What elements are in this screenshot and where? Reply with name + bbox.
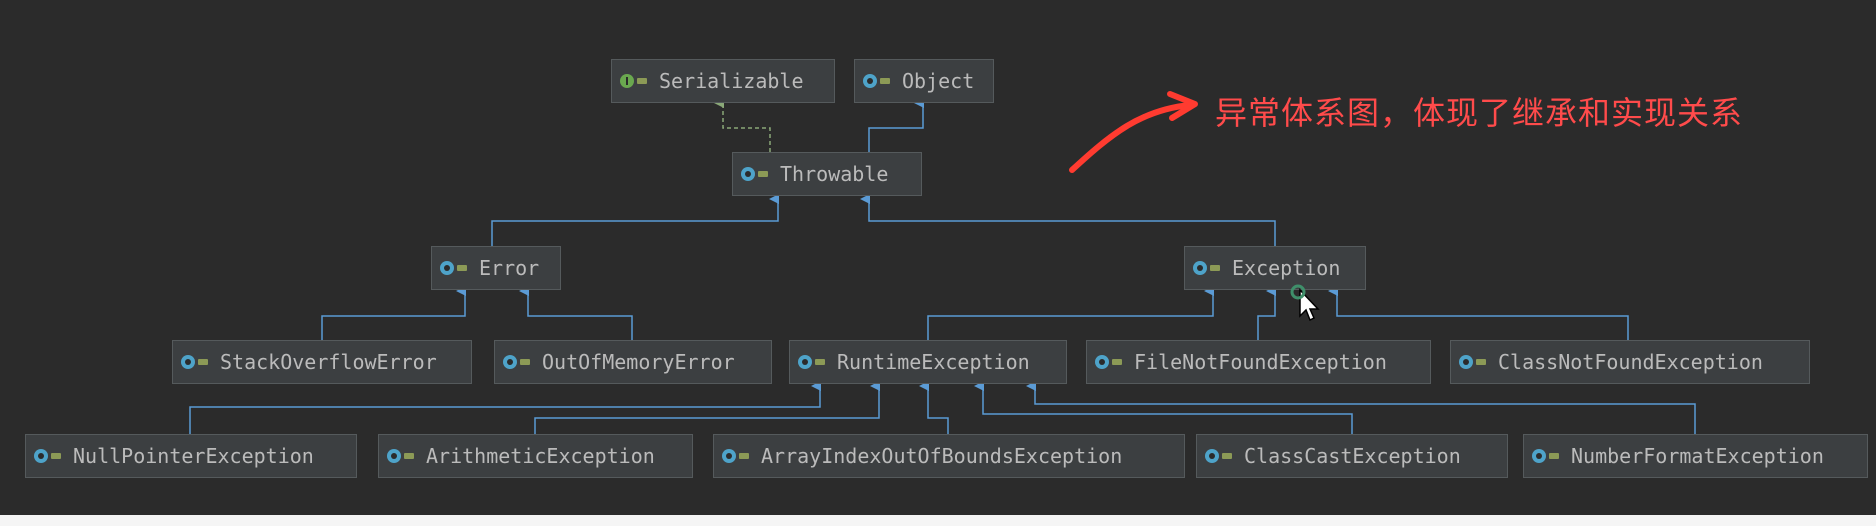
node-label: ClassNotFoundException: [1498, 350, 1763, 374]
annotation-text: 异常体系图，体现了继承和实现关系: [1215, 94, 1744, 132]
link-classnotfound-exception: [1328, 286, 1629, 340]
access-icon: [880, 78, 890, 84]
link-classcast-runtime: [974, 381, 1353, 434]
node-error[interactable]: Error: [431, 246, 561, 290]
class-icon: [1193, 261, 1207, 275]
access-icon: [520, 359, 530, 365]
access-icon: [739, 453, 749, 459]
node-classnotfoundexception[interactable]: ClassNotFoundException: [1450, 340, 1810, 384]
access-icon: [1222, 453, 1232, 459]
node-outofmemoryerror[interactable]: OutOfMemoryError: [494, 340, 772, 384]
node-stackoverflowerror[interactable]: StackOverflowError: [172, 340, 472, 384]
link-filenotfound-exception: [1257, 286, 1276, 340]
link-outofmemory-error: [519, 286, 633, 340]
class-icon: [1532, 449, 1546, 463]
node-nullpointerexception[interactable]: NullPointerException: [25, 434, 357, 478]
node-numberformatexception[interactable]: NumberFormatException: [1523, 434, 1868, 478]
node-arrayindexoutofboundsexception[interactable]: ArrayIndexOutOfBoundsException: [713, 434, 1185, 478]
node-label: Throwable: [780, 162, 889, 186]
access-icon: [758, 171, 768, 177]
link-stackoverflow-error: [321, 286, 466, 340]
access-icon: [51, 453, 61, 459]
node-label: Serializable: [659, 69, 804, 93]
node-filenotfoundexception[interactable]: FileNotFoundException: [1086, 340, 1431, 384]
node-exception[interactable]: Exception: [1184, 246, 1366, 290]
node-label: OutOfMemoryError: [542, 350, 735, 374]
link-runtime-exception: [927, 286, 1214, 340]
mouse-cursor-icon: [1290, 284, 1320, 322]
link-throwable-serializable: [714, 98, 771, 152]
node-label: NullPointerException: [73, 444, 314, 468]
access-icon: [1549, 453, 1559, 459]
class-icon: [181, 355, 195, 369]
node-label: ClassCastException: [1244, 444, 1461, 468]
node-label: NumberFormatException: [1571, 444, 1824, 468]
access-icon: [637, 78, 647, 84]
access-icon: [815, 359, 825, 365]
node-label: FileNotFoundException: [1134, 350, 1387, 374]
node-label: Object: [902, 69, 975, 93]
node-label: RuntimeException: [837, 350, 1030, 374]
access-icon: [198, 359, 208, 365]
link-error-throwable: [491, 194, 779, 246]
node-label: StackOverflowError: [220, 350, 437, 374]
link-throwable-object: [868, 98, 924, 152]
class-icon: [741, 167, 755, 181]
class-icon: [440, 261, 454, 275]
class-icon: [863, 74, 877, 88]
class-icon: [1095, 355, 1109, 369]
node-runtimeexception[interactable]: RuntimeException: [789, 340, 1067, 384]
node-label: Exception: [1232, 256, 1341, 280]
node-arithmeticexception[interactable]: ArithmeticException: [378, 434, 693, 478]
class-icon: [798, 355, 812, 369]
node-object[interactable]: Object: [854, 59, 994, 103]
link-numberformat-runtime: [1026, 381, 1696, 434]
interface-icon: [620, 74, 634, 88]
access-icon: [1112, 359, 1122, 365]
link-exception-throwable: [860, 194, 1276, 246]
class-icon: [722, 449, 736, 463]
node-label: ArrayIndexOutOfBoundsException: [761, 444, 1123, 468]
diagram-canvas: Serializable Object Throwable Error Exce…: [0, 0, 1876, 515]
link-arithmetic-runtime: [534, 381, 880, 434]
node-classcastexception[interactable]: ClassCastException: [1196, 434, 1508, 478]
access-icon: [1210, 265, 1220, 271]
node-serializable[interactable]: Serializable: [611, 59, 835, 103]
class-icon: [1459, 355, 1473, 369]
class-icon: [503, 355, 517, 369]
access-icon: [1476, 359, 1486, 365]
class-icon: [387, 449, 401, 463]
class-icon: [1205, 449, 1219, 463]
link-nullpointer-runtime: [189, 381, 821, 434]
watermark-strip: [0, 515, 1876, 526]
node-throwable[interactable]: Throwable: [732, 152, 922, 196]
class-icon: [34, 449, 48, 463]
link-arrayindex-runtime: [919, 381, 949, 434]
node-label: Error: [479, 256, 540, 280]
access-icon: [404, 453, 414, 459]
access-icon: [457, 265, 467, 271]
node-label: ArithmeticException: [426, 444, 655, 468]
